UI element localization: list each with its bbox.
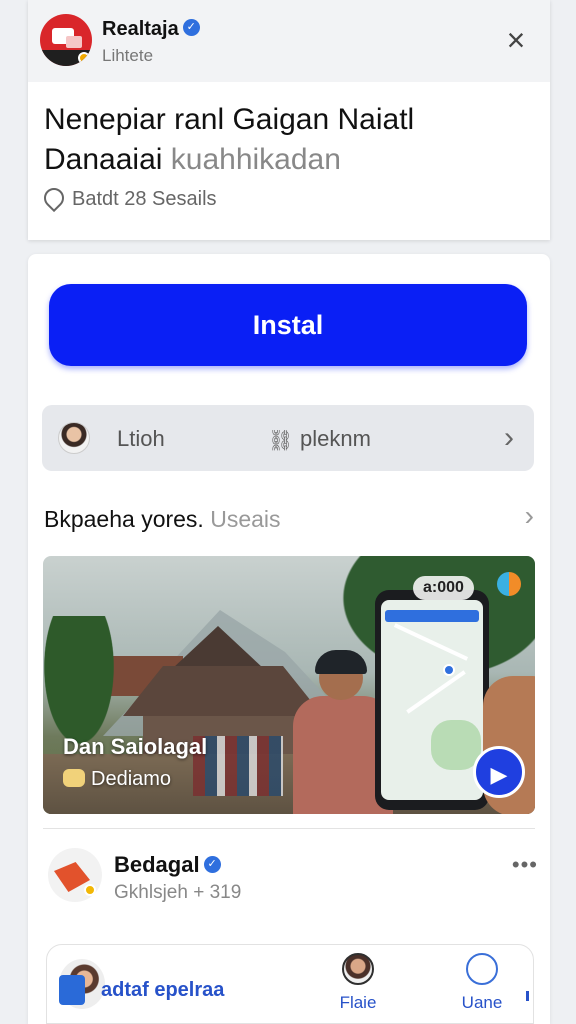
more-options-icon[interactable]: ••• [512, 852, 538, 878]
close-icon[interactable]: × [502, 24, 530, 56]
promo-title: Dan Saiolagal [63, 734, 208, 759]
advertiser-logo-badge [84, 884, 96, 896]
phone-mockup [375, 590, 489, 810]
divider [43, 828, 535, 829]
verified-badge-icon: ✓ [203, 855, 221, 873]
chevron-right-icon[interactable]: › [504, 421, 514, 455]
app-name-text: Realtaja [102, 18, 179, 40]
app-logo-shape-secondary [66, 36, 82, 48]
app-badge-icon [497, 572, 521, 596]
section-title[interactable]: Bkpaeha yores. Useais [44, 506, 281, 533]
app-name[interactable]: Realtaja ✓ [102, 18, 200, 41]
advertiser-name[interactable]: Bedagal ✓ [114, 852, 221, 878]
card-icon [59, 975, 85, 1005]
location-pin-icon [39, 183, 69, 212]
phone-map-screen [381, 600, 483, 800]
promo-media[interactable]: a:000 Dan Saiolagal Dediamo ▶ [43, 556, 535, 814]
app-info-bar: Realtaja ✓ Lihtete × [28, 0, 550, 82]
map-search-bar [385, 610, 479, 622]
advertiser-name-text: Bedagal [114, 852, 200, 877]
headline-line-1: Nenepiar ranl Gaigan Naiatl [44, 103, 415, 136]
nav-item-hand[interactable]: Uane [447, 953, 517, 1021]
profile-icon [342, 953, 374, 985]
bottom-nav: adtaf epelraa Flaie Uane [46, 944, 534, 1024]
verified-badge-icon: ✓ [182, 19, 200, 37]
map-road [393, 623, 469, 661]
install-button[interactable]: Instal [49, 284, 527, 366]
share-icon: ⛓ [268, 430, 294, 452]
headline-line-2: Danaaiai kuahhikadan [44, 140, 544, 180]
app-logo-badge [78, 52, 90, 64]
map-pin-icon [443, 664, 455, 676]
promo-subtitle: Dediamo [63, 768, 171, 791]
ad-headline: Nenepiar ranl Gaigan Naiatl Danaaiai kua… [44, 100, 544, 180]
map-road [406, 670, 466, 714]
app-logo-icon[interactable] [40, 14, 92, 66]
location-text: Batdt 28 Sesails [72, 188, 217, 210]
section-title-strong: Bkpaeha yores. [44, 506, 204, 532]
contact-label: Ltioh [117, 426, 165, 451]
hand-icon [466, 953, 498, 985]
app-subtitle: Lihtete [102, 46, 154, 65]
section-title-muted: Useais [210, 506, 281, 532]
contact-secondary-label: pleknm [300, 426, 371, 451]
advertiser-avatar[interactable] [48, 848, 102, 902]
nav-brand-text[interactable]: adtaf epelraa [101, 979, 224, 1002]
promo-subtitle-text: Dediamo [91, 768, 172, 790]
location-row: Batdt 28 Sesails [39, 183, 217, 212]
promo-status-text: a:000 [413, 576, 474, 600]
nav-item-profile[interactable]: Flaie [323, 953, 393, 1021]
nav-end-marker [526, 991, 529, 1001]
main-card: Instal Ltioh ⛓ pleknm › Bkpaeha yores. U… [28, 254, 550, 1024]
section-chevron-icon[interactable]: › [525, 500, 534, 532]
person-cap [315, 650, 367, 674]
headline-line-2-strong: Danaaiai [44, 143, 163, 176]
headline-line-2-muted: kuahhikadan [170, 143, 341, 176]
advertiser-meta: Gkhlsjeh + 319 [114, 882, 242, 903]
group-icon [63, 768, 85, 787]
contact-row[interactable]: Ltioh ⛓ pleknm › [42, 405, 534, 471]
nav-item-label: Uane [461, 993, 503, 1012]
app-header-card: Realtaja ✓ Lihtete × Nenepiar ranl Gaigan… [28, 0, 550, 240]
avatar [58, 422, 90, 454]
nav-item-label: Flaie [339, 993, 377, 1012]
play-icon[interactable]: ▶ [473, 746, 525, 798]
